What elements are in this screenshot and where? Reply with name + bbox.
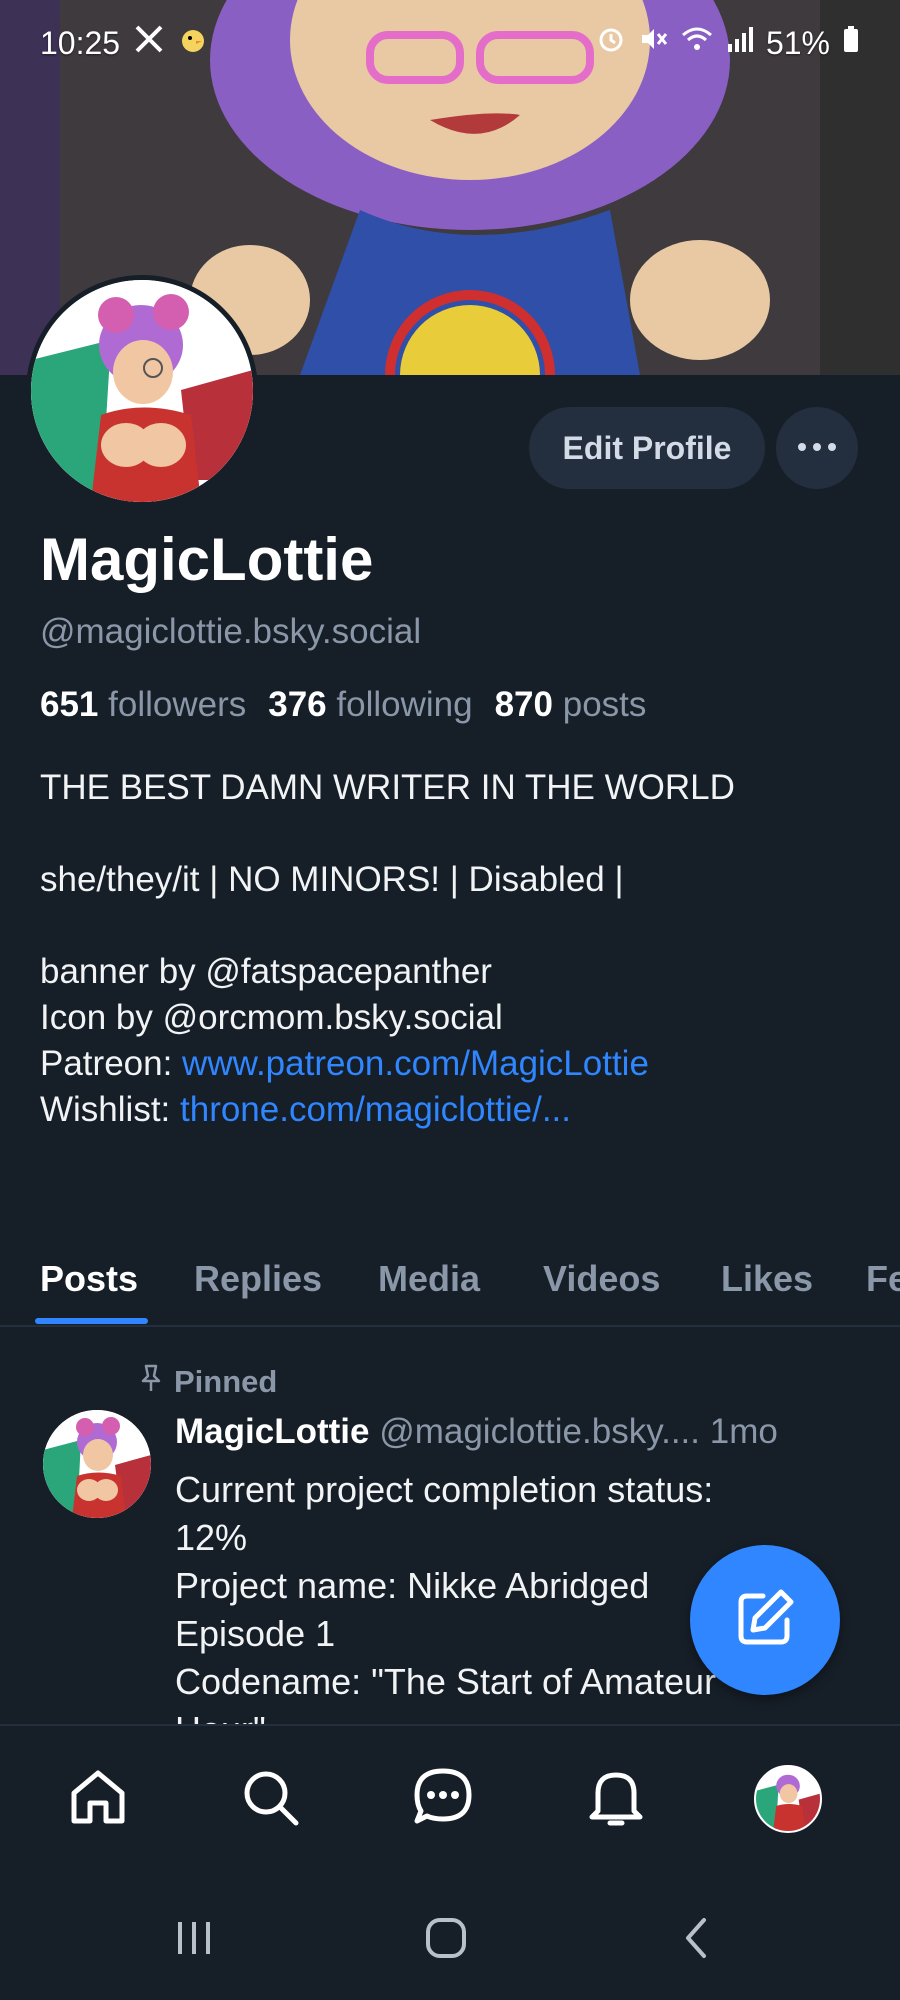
edit-profile-button[interactable]: Edit Profile [529,407,765,489]
mute-icon [638,24,668,62]
profile-bio: THE BEST DAMN WRITER IN THE WORLD she/th… [40,765,880,1133]
post-time: 1mo [709,1412,778,1451]
pinned-label: Pinned [174,1364,278,1399]
bio-line: she/they/it | NO MINORS! | Disabled | [40,860,624,899]
post-author-handle: @magiclottie.bsky.... [379,1412,700,1451]
followers-count: 651 [40,685,99,724]
recents-icon [172,1916,216,1965]
nav-profile-avatar [754,1765,822,1833]
system-navigation-bar [0,1880,900,2000]
post-line: Current project completion status: [175,1469,714,1510]
following-count: 376 [268,685,327,724]
posts-stat: 870 posts [495,685,647,725]
compose-button[interactable] [690,1545,840,1695]
x-app-icon [134,24,164,62]
bio-line: banner by @fatspacepanther [40,952,492,991]
recents-button[interactable] [164,1910,224,1970]
wishlist-link[interactable]: throne.com/magiclottie/... [180,1090,571,1129]
posts-label: posts [562,685,647,724]
alarm-icon [596,24,626,62]
post-author-avatar[interactable] [43,1410,151,1518]
bio-wishlist-line: Wishlist: throne.com/magiclottie/... [40,1087,880,1133]
tab-media[interactable]: Media [378,1258,480,1300]
chick-icon [178,24,208,62]
nav-profile[interactable] [748,1759,828,1839]
nav-chat[interactable] [403,1759,483,1839]
back-icon [676,1916,720,1965]
nav-search[interactable] [230,1759,310,1839]
more-options-button[interactable] [776,407,858,489]
pin-icon [138,1363,164,1401]
patreon-label: Patreon: [40,1044,183,1083]
post-author-name[interactable]: MagicLottie [175,1412,369,1451]
signal-icon [726,24,754,62]
profile-avatar[interactable] [26,275,258,507]
following-stat[interactable]: 376 following [268,685,472,725]
bottom-navigation [0,1724,900,1880]
tab-videos[interactable]: Videos [543,1258,660,1300]
tab-feeds[interactable]: Fe [866,1258,900,1300]
compose-icon [733,1586,797,1655]
status-time: 10:25 [40,24,121,61]
nav-notifications[interactable] [576,1759,656,1839]
following-label: following [336,685,473,724]
bio-patreon-line: Patreon: www.patreon.com/MagicLottie [40,1041,880,1087]
profile-tabs: Posts Replies Media Videos Likes Fe [0,1232,900,1327]
followers-stat[interactable]: 651 followers [40,685,246,725]
followers-label: followers [108,685,247,724]
posts-count: 870 [494,685,553,724]
battery-icon [842,24,860,62]
bio-line: THE BEST DAMN WRITER IN THE WORLD [40,768,735,807]
patreon-link[interactable]: www.patreon.com/MagicLottie [182,1044,649,1083]
status-bar: 10:25 51% [0,0,900,86]
post-line: Hour" [175,1706,855,1724]
home-system-button[interactable] [416,1910,476,1970]
profile-handle: @magiclottie.bsky.social [40,612,422,651]
tab-posts[interactable]: Posts [40,1258,138,1300]
search-icon [238,1765,302,1834]
chat-icon [411,1765,475,1834]
tab-likes[interactable]: Likes [721,1258,813,1300]
nav-home[interactable] [58,1759,138,1839]
bell-icon [584,1765,648,1834]
active-tab-indicator [35,1318,148,1324]
ellipsis-icon [797,439,837,457]
bio-line: Icon by @orcmom.bsky.social [40,998,503,1037]
pinned-indicator: Pinned [138,1363,277,1401]
battery-level: 51% [765,24,830,61]
post-header: MagicLottie @magiclottie.bsky.... 1mo [175,1412,875,1452]
wifi-icon [680,24,714,62]
display-name: MagicLottie [40,526,374,593]
wishlist-label: Wishlist: [40,1090,180,1129]
home-circle-icon [424,1916,468,1965]
back-button[interactable] [668,1910,728,1970]
profile-stats: 651 followers 376 following 870 posts [40,685,646,725]
tab-replies[interactable]: Replies [194,1258,322,1300]
home-icon [66,1765,130,1834]
